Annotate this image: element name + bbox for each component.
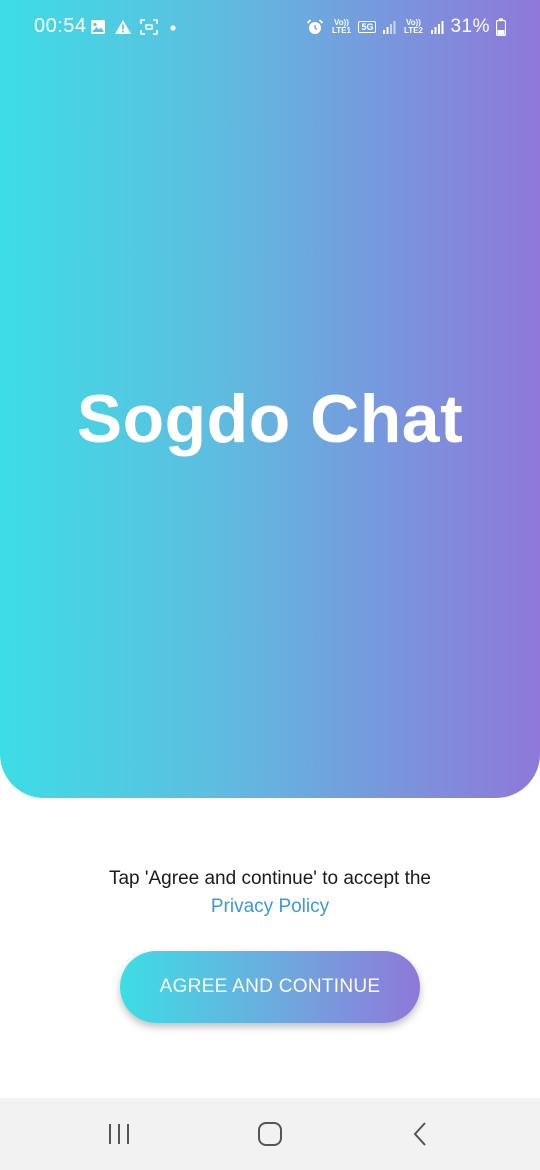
network-lte2-label: Vo)) LTE2 <box>403 18 423 35</box>
signal-icon <box>382 19 396 35</box>
signal-icon <box>430 19 444 35</box>
privacy-policy-link[interactable]: Privacy Policy <box>211 896 329 917</box>
status-time: 00:54 <box>34 15 87 37</box>
back-icon[interactable] <box>401 1116 441 1152</box>
privacy-policy-link-row: Privacy Policy <box>0 896 540 918</box>
warning-icon <box>114 19 132 35</box>
agree-and-continue-button[interactable]: AGREE AND CONTINUE <box>120 951 420 1023</box>
navigation-bar <box>0 1098 540 1170</box>
app-title: Sogdo Chat <box>76 381 464 457</box>
screen-capture-icon <box>140 19 158 35</box>
status-icons-left <box>90 16 180 38</box>
status-bar: 00:54 Vo)) LTE1 5G Vo)) LTE2 31% <box>0 0 540 54</box>
gallery-icon <box>90 19 106 35</box>
battery-icon <box>496 18 506 36</box>
home-icon[interactable] <box>250 1116 290 1152</box>
hero-banner: 00:54 Vo)) LTE1 5G Vo)) LTE2 31% Sogdo C… <box>0 0 540 798</box>
recent-apps-icon[interactable] <box>99 1116 139 1152</box>
dot-icon <box>166 19 180 35</box>
network-lte1-label: Vo)) LTE1 <box>331 18 351 35</box>
status-icons-right: Vo)) LTE1 5G Vo)) LTE2 31% <box>306 14 506 40</box>
alarm-icon <box>306 18 324 36</box>
battery-percent: 31% <box>450 16 490 37</box>
consent-text: Tap 'Agree and continue' to accept the <box>108 868 432 889</box>
network-5g-label: 5G <box>358 21 377 33</box>
